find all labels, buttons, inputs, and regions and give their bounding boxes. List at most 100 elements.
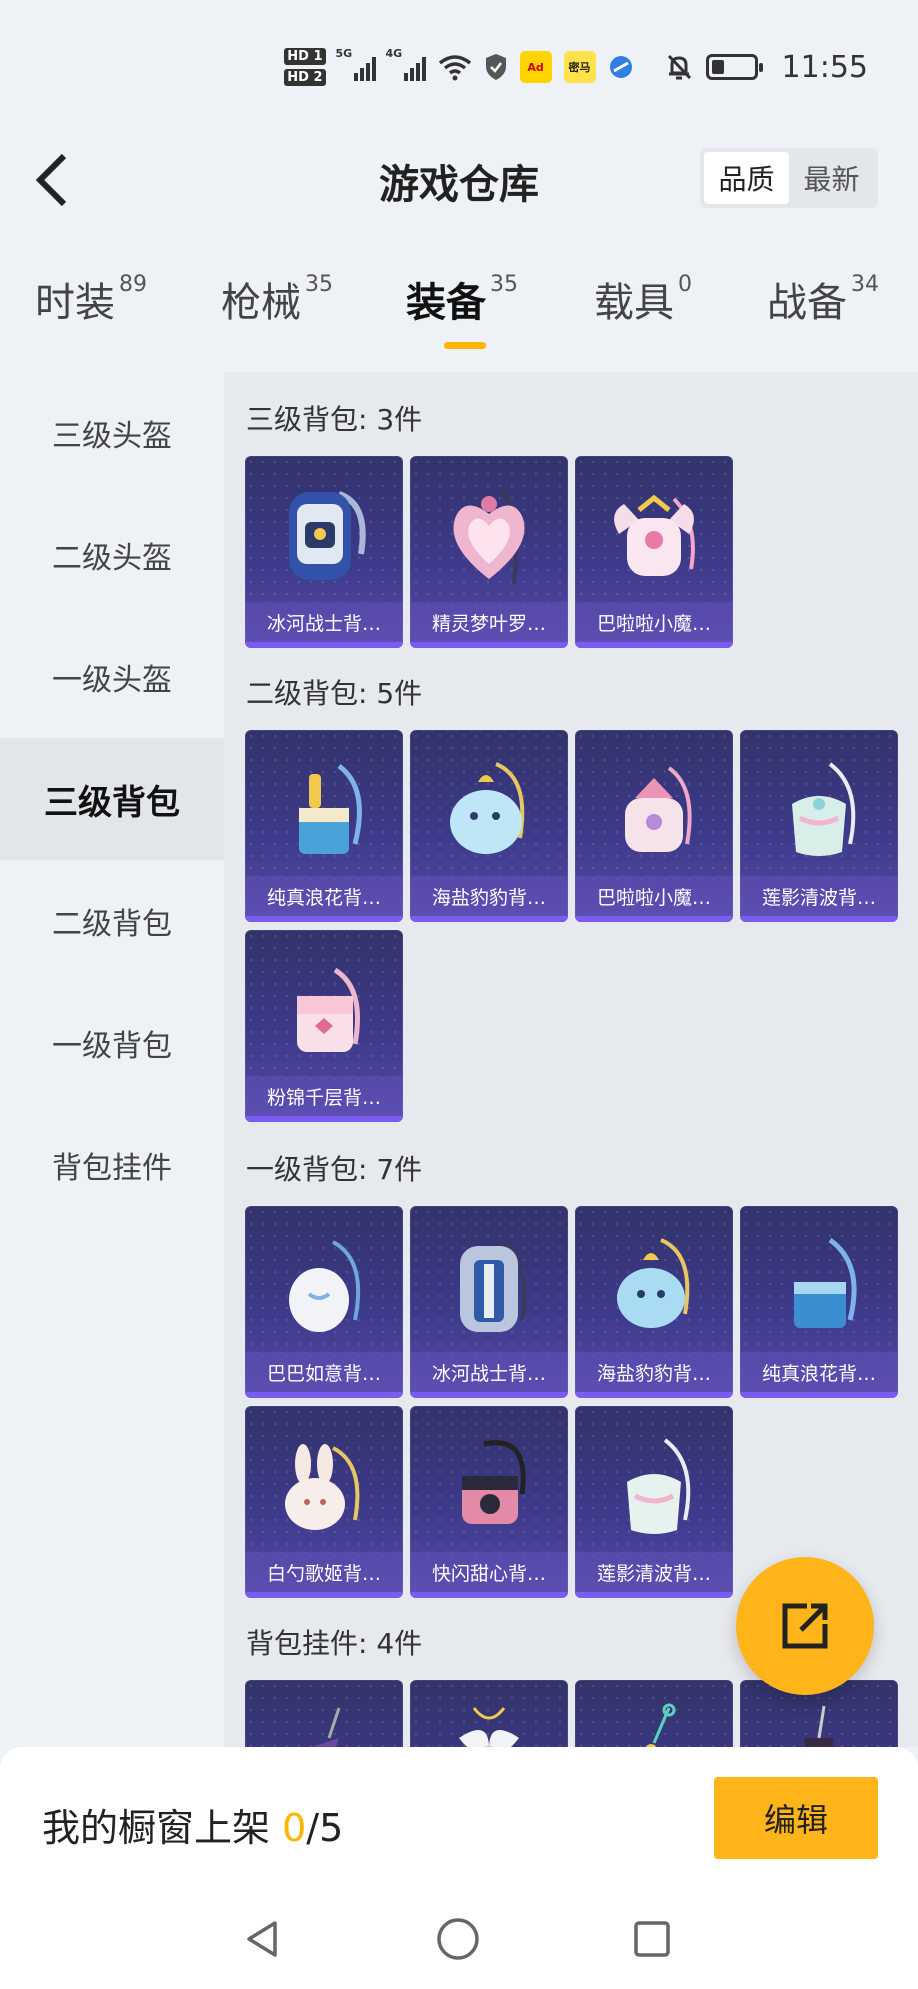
charm-icon bbox=[804, 1705, 834, 1747]
backpack-icon bbox=[453, 490, 525, 585]
backpack-icon bbox=[462, 1440, 526, 1524]
tab-label: 战备 bbox=[767, 280, 847, 326]
nav-home-button[interactable] bbox=[428, 1909, 488, 1969]
item-name: 巴啦啦小魔… bbox=[575, 876, 733, 916]
backpack-icon bbox=[460, 1238, 527, 1332]
clock: 11:55 bbox=[781, 49, 868, 85]
tab-label: 枪械 bbox=[221, 280, 301, 326]
item-name: 纯真浪花背… bbox=[740, 1352, 898, 1392]
backpack-icon bbox=[614, 494, 695, 576]
charm-icon bbox=[645, 1703, 676, 1747]
item-card[interactable] bbox=[245, 1680, 403, 1747]
section-title: 背包挂件: 4件 bbox=[246, 1627, 423, 1660]
item-name: 纯真浪花背… bbox=[245, 876, 403, 916]
page-header: 游戏仓库 品质 最新 bbox=[0, 130, 918, 230]
backpack-icon bbox=[450, 762, 525, 854]
item-card[interactable]: 精灵梦叶罗… bbox=[410, 456, 568, 648]
sort-by-newest-option[interactable]: 最新 bbox=[789, 152, 874, 204]
item-card[interactable]: 纯真浪花背… bbox=[245, 730, 403, 922]
item-grid-area[interactable]: 三级背包: 3件 冰河战士背… 精灵梦叶罗… 巴啦啦小魔… 二级背包: 5件 纯… bbox=[224, 372, 918, 1747]
sort-toggle: 品质 最新 bbox=[700, 148, 878, 208]
sidebar-item-backpack-charm[interactable]: 背包挂件 bbox=[0, 1104, 224, 1226]
tab-label: 时装 bbox=[35, 280, 115, 326]
item-card[interactable]: 快闪甜心背… bbox=[410, 1406, 568, 1598]
wifi-icon bbox=[438, 55, 471, 81]
item-card[interactable]: 巴啦啦小魔… bbox=[575, 456, 733, 648]
item-name: 冰河战士背… bbox=[410, 1352, 568, 1392]
item-card[interactable]: 冰河战士背… bbox=[410, 1206, 568, 1398]
network-4g-label: 4G bbox=[385, 47, 403, 60]
item-name: 海盐豹豹背… bbox=[575, 1352, 733, 1392]
showcase-total-count: /5 bbox=[306, 1806, 344, 1850]
item-card[interactable]: 白勺歌姬背… bbox=[245, 1406, 403, 1598]
signal-5g-icon: 5G bbox=[336, 47, 376, 81]
item-card[interactable]: 莲影清波背… bbox=[740, 730, 898, 922]
showcase-current-count: 0 bbox=[282, 1806, 307, 1850]
tab-count: 89 bbox=[119, 272, 147, 297]
item-name: 白勺歌姬背… bbox=[245, 1552, 403, 1592]
item-name: 巴巴如意背… bbox=[245, 1352, 403, 1392]
item-card[interactable]: 粉锦千层背… bbox=[245, 930, 403, 1122]
backpack-icon bbox=[627, 1438, 691, 1534]
item-name: 海盐豹豹背… bbox=[410, 876, 568, 916]
tab-equipment[interactable]: 装备 35 bbox=[406, 270, 518, 328]
square-recents-icon bbox=[634, 1921, 670, 1957]
hd-indicators: HD 1 HD 2 bbox=[284, 48, 326, 86]
shield-icon bbox=[485, 54, 506, 80]
sidebar-item-lvl3-backpack[interactable]: 三级背包 bbox=[0, 738, 224, 860]
nav-back-button[interactable] bbox=[233, 1909, 293, 1969]
signal-4g-icon: 4G bbox=[386, 47, 426, 81]
backpack-icon bbox=[297, 967, 360, 1052]
backpack-icon bbox=[289, 1240, 361, 1332]
share-fab-button[interactable] bbox=[736, 1557, 874, 1695]
hd2-badge: HD 2 bbox=[284, 69, 326, 86]
hd1-badge: HD 1 bbox=[284, 48, 326, 65]
sidebar-item-lvl3-helmet[interactable]: 三级头盔 bbox=[0, 372, 224, 494]
section-title: 三级背包: 3件 bbox=[246, 403, 423, 436]
item-name: 莲影清波背… bbox=[740, 876, 898, 916]
backpack-icon bbox=[617, 1238, 690, 1328]
tab-count: 34 bbox=[851, 272, 879, 297]
edit-button[interactable]: 编辑 bbox=[714, 1777, 878, 1859]
item-card[interactable]: 海盐豹豹背… bbox=[410, 730, 568, 922]
tab-fashion[interactable]: 时装 89 bbox=[35, 270, 147, 328]
tab-count: 35 bbox=[305, 272, 333, 297]
sidebar-item-lvl2-helmet[interactable]: 二级头盔 bbox=[0, 494, 224, 616]
item-card[interactable] bbox=[575, 1680, 733, 1747]
sidebar-item-lvl2-backpack[interactable]: 二级背包 bbox=[0, 860, 224, 982]
showcase-label-text: 我的橱窗上架 bbox=[42, 1806, 283, 1850]
sidebar-item-lvl1-helmet[interactable]: 一级头盔 bbox=[0, 616, 224, 738]
mute-bell-icon bbox=[667, 54, 691, 80]
item-name: 莲影清波背… bbox=[575, 1552, 733, 1592]
item-card[interactable]: 巴巴如意背… bbox=[245, 1206, 403, 1398]
sidebar-item-lvl1-backpack[interactable]: 一级背包 bbox=[0, 982, 224, 1104]
subcategory-sidebar: 三级头盔 二级头盔 一级头盔 三级背包 二级背包 一级背包 背包挂件 bbox=[0, 372, 224, 1747]
item-card[interactable]: 海盐豹豹背… bbox=[575, 1206, 733, 1398]
triangle-back-icon bbox=[247, 1921, 277, 1957]
tab-count: 35 bbox=[490, 272, 518, 297]
nav-recents-button[interactable] bbox=[622, 1909, 682, 1969]
mima-app-icon: 密马 bbox=[563, 51, 596, 83]
battery-icon bbox=[705, 54, 763, 80]
showcase-label: 我的橱窗上架 0/5 bbox=[42, 1797, 343, 1852]
item-card[interactable]: 巴啦啦小魔… bbox=[575, 730, 733, 922]
item-card[interactable] bbox=[410, 1680, 568, 1747]
item-card[interactable]: 莲影清波背… bbox=[575, 1406, 733, 1598]
tab-firearms[interactable]: 枪械 35 bbox=[221, 270, 333, 328]
tab-vehicles[interactable]: 载具 0 bbox=[594, 270, 692, 328]
tab-label: 装备 bbox=[406, 280, 486, 326]
item-card[interactable]: 冰河战士背… bbox=[245, 456, 403, 648]
section-title: 二级背包: 5件 bbox=[246, 677, 423, 710]
backpack-icon bbox=[794, 1237, 857, 1328]
item-card[interactable]: 纯真浪花背… bbox=[740, 1206, 898, 1398]
backpack-icon bbox=[289, 491, 366, 580]
tab-count: 0 bbox=[678, 272, 692, 297]
status-bar: HD 1 HD 2 5G 4G Ad 密马 11:55 bbox=[0, 0, 918, 130]
sort-by-quality-option[interactable]: 品质 bbox=[704, 152, 789, 204]
status-icons: HD 1 HD 2 5G 4G Ad 密马 11:55 bbox=[284, 42, 868, 92]
backpack-icon bbox=[625, 766, 692, 852]
share-icon bbox=[782, 1603, 828, 1649]
tab-combat-prep[interactable]: 战备 34 bbox=[767, 270, 879, 328]
item-name: 冰河战士背… bbox=[245, 602, 403, 642]
active-tab-indicator bbox=[444, 342, 486, 349]
